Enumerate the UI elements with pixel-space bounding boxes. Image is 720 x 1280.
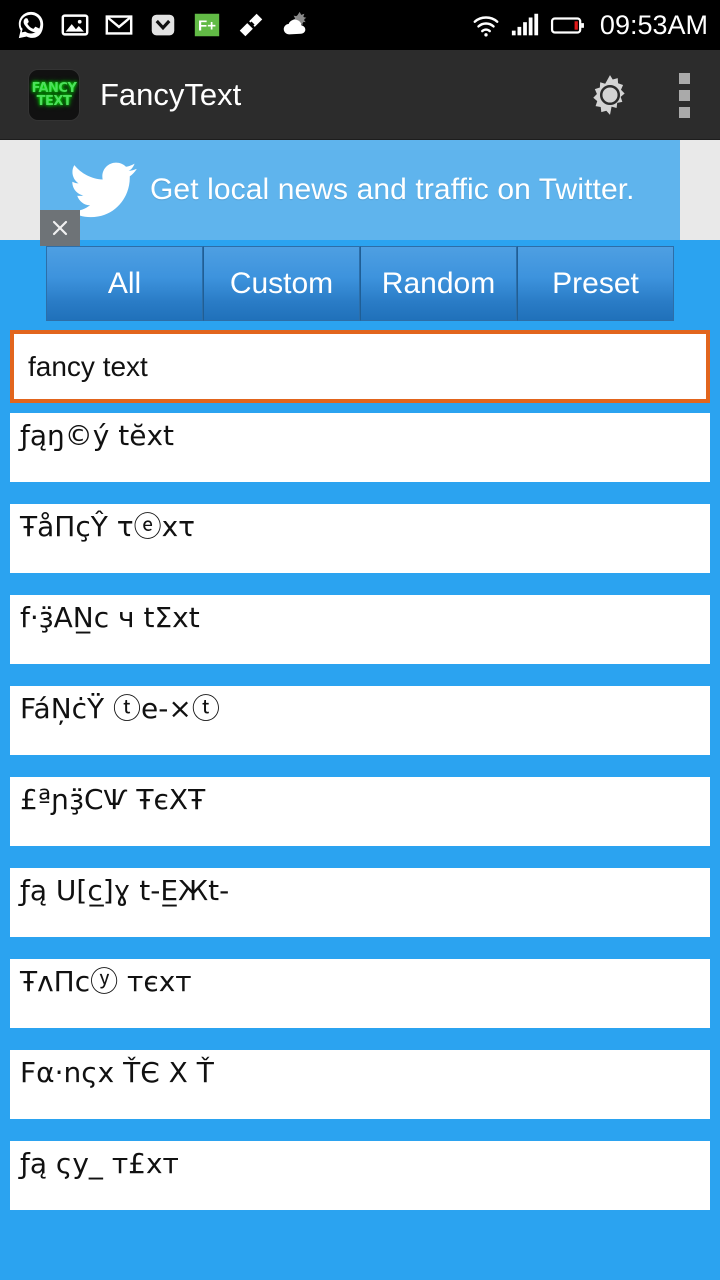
page-title: FancyText bbox=[100, 76, 242, 112]
overflow-menu-button[interactable] bbox=[648, 50, 720, 140]
text-input-container bbox=[0, 321, 720, 403]
battery-low-icon bbox=[550, 17, 584, 34]
tab-preset[interactable]: Preset bbox=[517, 246, 674, 321]
list-item-label: ŦåΠçŶ τⓔхτ bbox=[20, 510, 196, 543]
app-bar-actions bbox=[572, 50, 720, 140]
list-item[interactable]: ŦåΠçŶ τⓔхτ bbox=[10, 504, 710, 573]
gmail-icon bbox=[105, 15, 133, 35]
ad-headline: Get local news and traffic on Twitter. bbox=[150, 173, 635, 206]
list-item-label: £ªɲҙ̈ϹѰ ŦєХŦ bbox=[20, 783, 206, 816]
list-item-label: ƒąŋ©ý tĕxt bbox=[20, 419, 174, 452]
app-logo-line1: FANCY bbox=[31, 80, 77, 96]
list-item-label: f·ҙ̈AN̲c ч tΣxt bbox=[20, 601, 200, 634]
list-item-label: ƒą U[c̲]ɣ t-E̲Жt- bbox=[20, 874, 230, 907]
app-logo-line2: TEXT bbox=[36, 93, 72, 109]
status-bar: F+ 09:53AM bbox=[0, 0, 720, 50]
list-item-label: FáŅċŸ ⓣe-×ⓣ bbox=[20, 692, 220, 725]
list-item[interactable]: f·ҙ̈AN̲c ч tΣxt bbox=[10, 595, 710, 664]
list-item[interactable]: ƒą U[c̲]ɣ t-E̲Жt- bbox=[10, 868, 710, 937]
close-icon bbox=[52, 220, 68, 236]
overflow-dot-icon bbox=[678, 72, 690, 84]
overflow-dot-icon bbox=[678, 89, 690, 101]
list-item[interactable]: £ªɲҙ̈ϹѰ ŦєХŦ bbox=[10, 777, 710, 846]
weather-cloud-icon bbox=[283, 11, 307, 35]
overflow-dot-icon bbox=[678, 106, 690, 118]
status-bar-system-icons: 09:53AM bbox=[471, 0, 708, 50]
ad-close-button[interactable] bbox=[40, 210, 80, 246]
fancy-text-input[interactable] bbox=[10, 330, 710, 403]
advertisement-container: Get local news and traffic on Twitter. bbox=[0, 140, 720, 246]
list-item[interactable]: FáŅċŸ ⓣe-×ⓣ bbox=[10, 686, 710, 755]
list-item-label: ŦʌΠcⓨ тєхт bbox=[20, 965, 192, 998]
cellular-signal-icon bbox=[511, 13, 539, 36]
wifi-icon bbox=[473, 16, 499, 37]
svg-text:F+: F+ bbox=[198, 18, 216, 35]
twitter-ad-banner[interactable]: Get local news and traffic on Twitter. bbox=[40, 140, 680, 240]
settings-button[interactable] bbox=[572, 50, 648, 140]
tab-random[interactable]: Random bbox=[360, 246, 517, 321]
list-item[interactable]: ƒą ςy_ т£хт bbox=[10, 1141, 710, 1210]
app-logo-icon: FANCY TEXT bbox=[28, 68, 80, 121]
photo-gallery-icon bbox=[61, 14, 89, 36]
status-bar-clock: 09:53AM bbox=[599, 9, 708, 40]
app-bar: FANCY TEXT FancyText bbox=[0, 50, 720, 140]
gear-icon bbox=[593, 75, 625, 115]
whatsapp-icon bbox=[18, 11, 44, 39]
list-item-label: ƒą ςy_ т£хт bbox=[20, 1147, 179, 1180]
tab-custom[interactable]: Custom bbox=[203, 246, 360, 321]
bandage-icon bbox=[239, 13, 263, 37]
list-item[interactable]: ƒąŋ©ý tĕxt bbox=[10, 413, 710, 482]
category-tabs: All Custom Random Preset bbox=[0, 240, 720, 321]
fancy-text-results-list: ƒąŋ©ý tĕxt ŦåΠçŶ τⓔхτ f·ҙ̈AN̲c ч tΣxt Fá… bbox=[0, 403, 720, 1210]
list-item[interactable]: ŦʌΠcⓨ тєхт bbox=[10, 959, 710, 1028]
fplus-icon: F+ bbox=[194, 13, 220, 37]
chevron-down-app-icon bbox=[151, 14, 175, 36]
list-item-label: Fα·nςх ŤЄ Х Ť bbox=[20, 1056, 214, 1089]
status-bar-notification-icons: F+ bbox=[0, 10, 310, 40]
list-item[interactable]: Fα·nςх ŤЄ Х Ť bbox=[10, 1050, 710, 1119]
tab-all[interactable]: All bbox=[46, 246, 203, 321]
